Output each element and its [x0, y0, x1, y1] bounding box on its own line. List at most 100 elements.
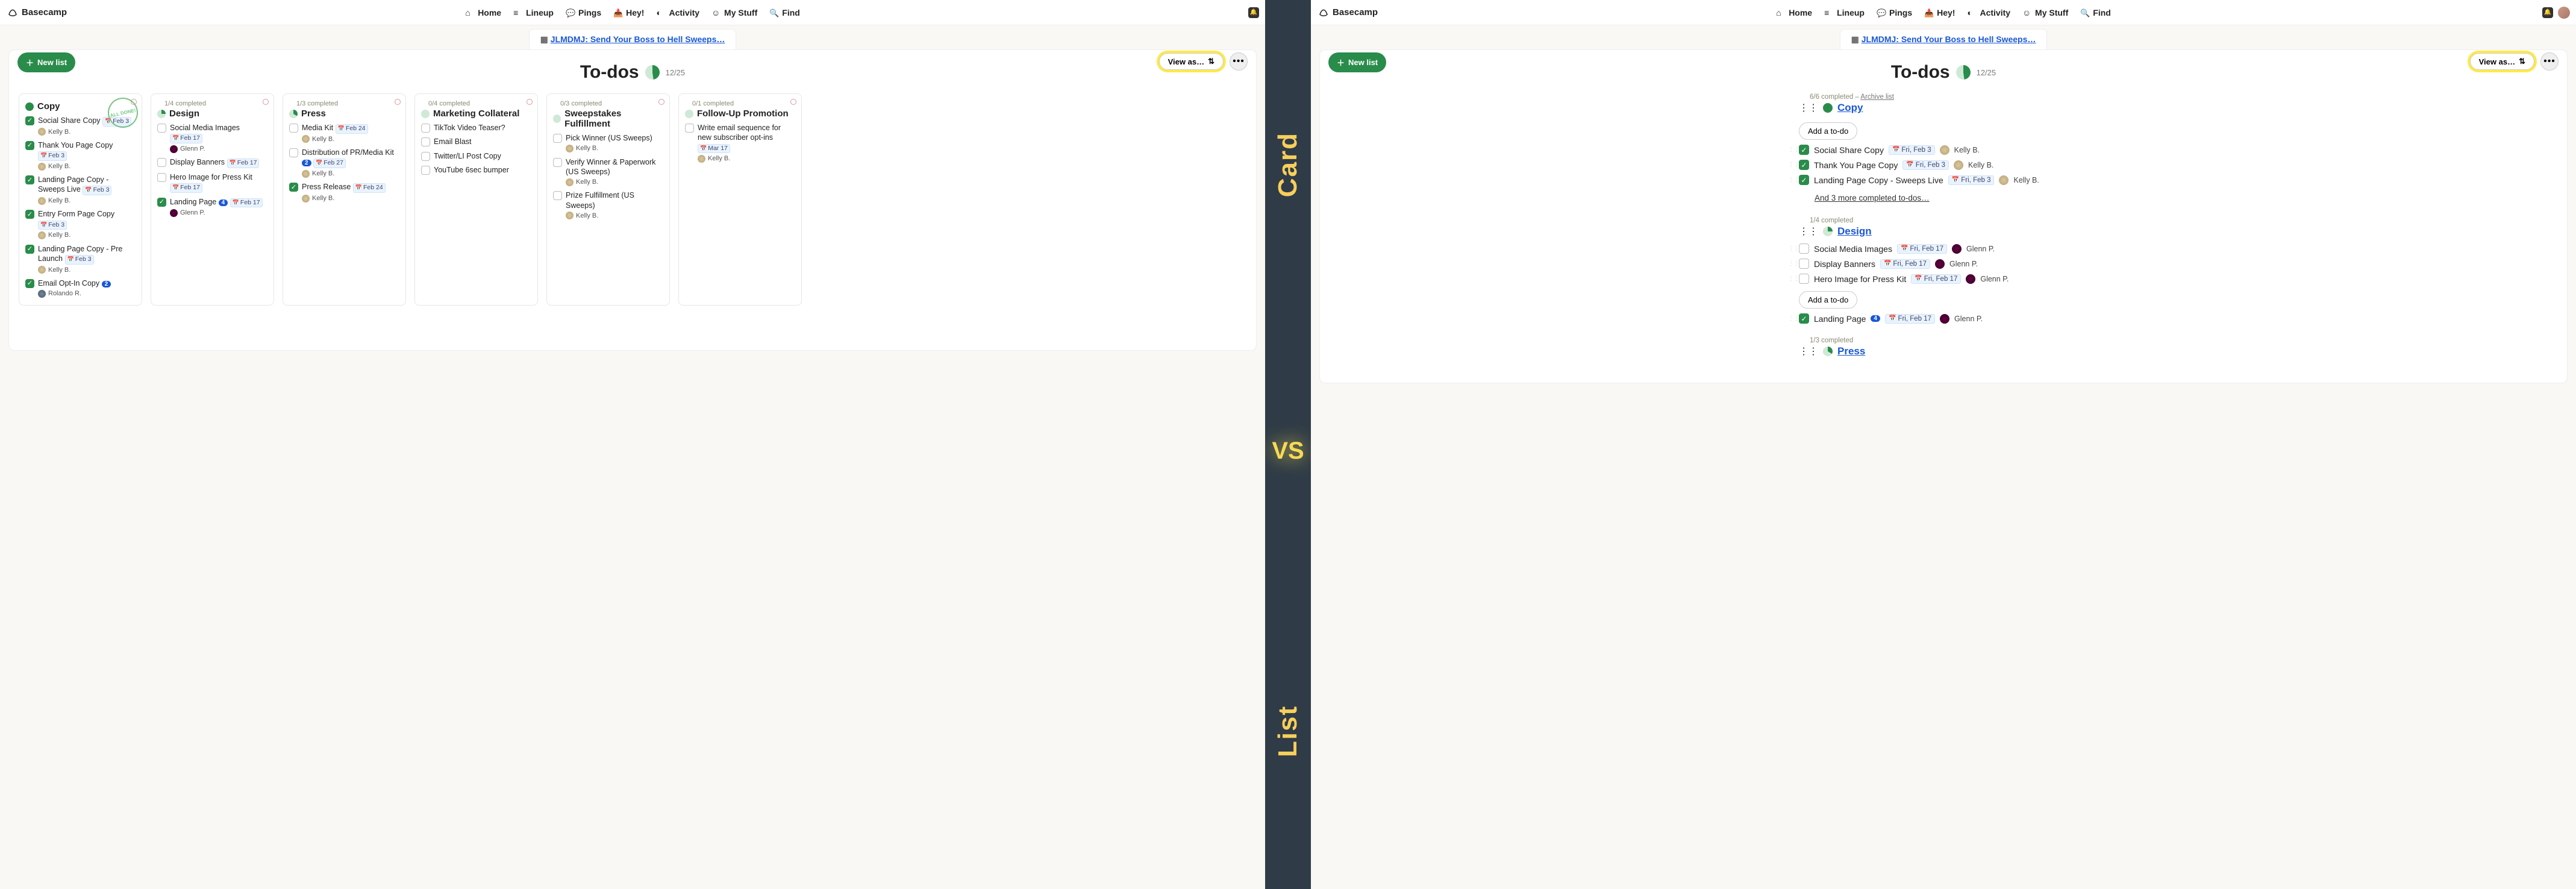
checkbox[interactable]: ✓: [25, 141, 34, 150]
list-title-link[interactable]: Press: [1837, 345, 1865, 357]
card-title[interactable]: Press: [289, 108, 399, 119]
todo-card[interactable]: 0/3 completedSweepstakes FulfillmentPick…: [546, 93, 670, 306]
checkbox[interactable]: [553, 134, 562, 143]
checkbox[interactable]: ✓: [157, 198, 166, 207]
todo-card[interactable]: 1/3 completedPressMedia Kit Feb 24Kelly …: [283, 93, 406, 306]
drag-handle-icon[interactable]: ⋮⋮: [1788, 260, 1799, 267]
brand-logo[interactable]: Basecamp: [7, 7, 67, 18]
nav-pings[interactable]: Pings: [1877, 8, 1912, 17]
todo-item[interactable]: Hero Image for Press Kit Feb 17: [157, 172, 267, 193]
nav-home[interactable]: Home: [1776, 8, 1812, 17]
notification-badge[interactable]: 🔔: [2542, 7, 2553, 18]
checkbox[interactable]: [421, 152, 430, 161]
checkbox[interactable]: [685, 124, 694, 133]
card-title[interactable]: Follow-Up Promotion: [685, 108, 795, 119]
checkbox[interactable]: ✓: [1799, 145, 1809, 155]
todo-item[interactable]: ✓Landing Page 4 Feb 17Glenn P.: [157, 197, 267, 218]
todo-item[interactable]: ⋮⋮Social Media ImagesFri, Feb 17Glenn P.: [1799, 243, 2088, 254]
checkbox[interactable]: [289, 124, 298, 133]
checkbox[interactable]: [553, 191, 562, 200]
todo-item[interactable]: Display Banners Feb 17: [157, 157, 267, 168]
todo-item[interactable]: ✓Landing Page Copy - Pre Launch Feb 3Kel…: [25, 244, 136, 274]
todo-card[interactable]: ALL DONE!Copy✓Social Share Copy Feb 3Kel…: [19, 93, 142, 306]
todo-item[interactable]: Verify Winner & Paperwork (US Sweeps)Kel…: [553, 157, 663, 187]
more-actions-button[interactable]: •••: [1230, 52, 1248, 71]
notification-badge[interactable]: 🔔: [1248, 7, 1259, 18]
nav-activity[interactable]: Activity: [1967, 8, 2010, 17]
todo-item[interactable]: Write email sequence for new subscriber …: [685, 123, 795, 163]
drag-handle-icon[interactable]: ⋮⋮: [1799, 102, 1818, 114]
view-as-button[interactable]: View as… ⇅: [2470, 53, 2534, 70]
todo-item[interactable]: ⋮⋮✓Landing Page4Fri, Feb 17Glenn P.: [1799, 313, 2088, 324]
brand-logo[interactable]: Basecamp: [1318, 7, 1378, 18]
drag-handle-icon[interactable]: ⋮⋮: [1788, 275, 1799, 282]
archive-list-link[interactable]: Archive list: [1860, 93, 1894, 101]
breadcrumb-link[interactable]: JLMDMJ: Send Your Boss to Hell Sweeps…: [551, 34, 725, 44]
checkbox[interactable]: [157, 158, 166, 167]
nav-lineup[interactable]: Lineup: [513, 8, 554, 17]
checkbox[interactable]: [421, 137, 430, 146]
checkbox[interactable]: [421, 124, 430, 133]
nav-find[interactable]: Find: [769, 8, 800, 17]
list-title-link[interactable]: Design: [1837, 225, 1872, 237]
user-avatar[interactable]: [2558, 7, 2570, 19]
drag-handle-icon[interactable]: ⋮⋮: [1788, 177, 1799, 183]
drag-handle-icon[interactable]: ⋮⋮: [1799, 345, 1818, 357]
add-todo-button[interactable]: Add a to-do: [1799, 291, 1857, 309]
card-title[interactable]: Sweepstakes Fulfillment: [553, 108, 663, 129]
view-as-button[interactable]: View as… ⇅: [1159, 53, 1224, 70]
checkbox[interactable]: [553, 158, 562, 167]
checkbox[interactable]: [157, 173, 166, 182]
todo-item[interactable]: ⋮⋮Display BannersFri, Feb 17Glenn P.: [1799, 259, 2088, 269]
todo-item[interactable]: Prize Fulfillment (US Sweeps)Kelly B.: [553, 190, 663, 220]
todo-item[interactable]: Email Blast: [421, 137, 531, 146]
checkbox[interactable]: ✓: [25, 245, 34, 254]
drag-handle-icon[interactable]: ⋮⋮: [1788, 315, 1799, 322]
checkbox[interactable]: ✓: [1799, 175, 1809, 185]
nav-mystuff[interactable]: My Stuff: [2022, 8, 2068, 17]
nav-hey[interactable]: Hey!: [613, 8, 644, 17]
checkbox[interactable]: [157, 124, 166, 133]
nav-home[interactable]: Home: [465, 8, 501, 17]
checkbox[interactable]: ✓: [1799, 160, 1809, 170]
todo-item[interactable]: ✓Thank You Page Copy Feb 3Kelly B.: [25, 140, 136, 171]
nav-mystuff[interactable]: My Stuff: [711, 8, 757, 17]
add-todo-button[interactable]: Add a to-do: [1799, 122, 1857, 140]
nav-pings[interactable]: Pings: [566, 8, 601, 17]
card-title[interactable]: Design: [157, 108, 267, 119]
checkbox[interactable]: [1799, 243, 1809, 254]
todo-item[interactable]: ⋮⋮Hero Image for Press KitFri, Feb 17Gle…: [1799, 274, 2088, 284]
checkbox[interactable]: ✓: [25, 175, 34, 184]
todo-item[interactable]: ⋮⋮✓Thank You Page CopyFri, Feb 3Kelly B.: [1799, 160, 2088, 170]
todo-item[interactable]: Twitter/LI Post Copy: [421, 151, 531, 161]
show-more-link[interactable]: And 3 more completed to-dos…: [1815, 193, 1930, 203]
drag-handle-icon[interactable]: ⋮⋮: [1788, 245, 1799, 252]
nav-lineup[interactable]: Lineup: [1824, 8, 1865, 17]
todo-card[interactable]: 0/4 completedMarketing CollateralTikTok …: [414, 93, 538, 306]
nav-hey[interactable]: Hey!: [1924, 8, 1955, 17]
checkbox[interactable]: ✓: [25, 279, 34, 288]
todo-item[interactable]: TikTok Video Teaser?: [421, 123, 531, 133]
checkbox[interactable]: [421, 166, 430, 175]
nav-find[interactable]: Find: [2080, 8, 2111, 17]
nav-activity[interactable]: Activity: [656, 8, 699, 17]
todo-item[interactable]: Pick Winner (US Sweeps)Kelly B.: [553, 133, 663, 153]
card-title[interactable]: Marketing Collateral: [421, 108, 531, 119]
todo-item[interactable]: ✓Press Release Feb 24Kelly B.: [289, 182, 399, 203]
todo-item[interactable]: ⋮⋮✓Landing Page Copy - Sweeps LiveFri, F…: [1799, 175, 2088, 185]
more-actions-button[interactable]: •••: [2540, 52, 2559, 71]
todo-item[interactable]: YouTube 6sec bumper: [421, 165, 531, 175]
todo-card[interactable]: 1/4 completedDesignSocial Media Images F…: [151, 93, 274, 306]
todo-item[interactable]: ⋮⋮✓Social Share CopyFri, Feb 3Kelly B.: [1799, 145, 2088, 155]
todo-item[interactable]: ✓Email Opt-In Copy 2Rolando R.: [25, 278, 136, 298]
drag-handle-icon[interactable]: ⋮⋮: [1788, 146, 1799, 153]
list-title-link[interactable]: Copy: [1837, 102, 1863, 114]
checkbox[interactable]: [289, 148, 298, 157]
breadcrumb-link[interactable]: JLMDMJ: Send Your Boss to Hell Sweeps…: [1862, 34, 2036, 44]
checkbox[interactable]: ✓: [25, 210, 34, 219]
checkbox[interactable]: ✓: [1799, 313, 1809, 324]
todo-item[interactable]: ✓Entry Form Page Copy Feb 3Kelly B.: [25, 209, 136, 239]
drag-handle-icon[interactable]: ⋮⋮: [1788, 162, 1799, 168]
checkbox[interactable]: [1799, 274, 1809, 284]
todo-item[interactable]: Social Media Images Feb 17Glenn P.: [157, 123, 267, 153]
